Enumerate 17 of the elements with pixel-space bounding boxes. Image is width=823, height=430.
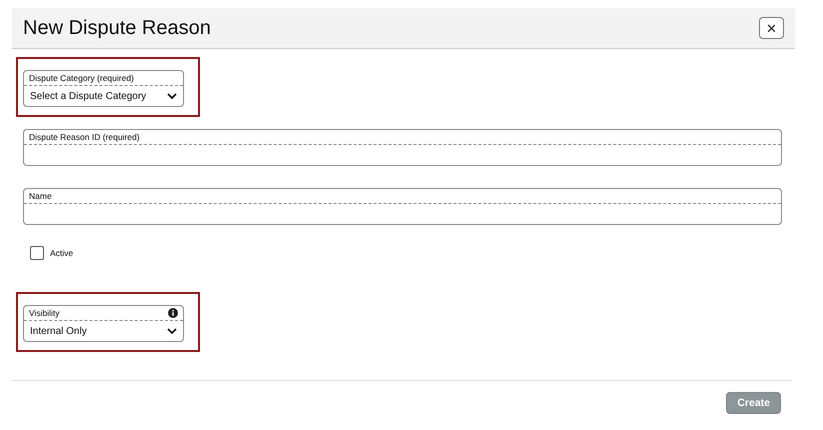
field-label: Name	[29, 191, 52, 201]
select-field[interactable]: Dispute Category (required) Select a Dispute Category	[23, 70, 184, 107]
field-label: Visibility	[29, 308, 60, 318]
input-field[interactable]: Dispute Reason ID (required)	[23, 129, 782, 166]
info-icon[interactable]	[168, 308, 178, 318]
checkbox[interactable]	[30, 246, 44, 260]
select-value: Select a Dispute Category	[30, 90, 146, 102]
select-field[interactable]: Visibility Internal Only	[23, 305, 184, 342]
checkbox-label: Active	[50, 248, 74, 258]
close-button[interactable]: ×	[759, 17, 784, 39]
chevron-down-icon	[167, 92, 177, 100]
select-value: Internal Only	[30, 326, 87, 336]
input-field[interactable]: Name	[23, 188, 782, 225]
chevron-down-icon	[167, 328, 177, 334]
dialog-title: New Dispute Reason	[23, 16, 211, 40]
field-label: Dispute Category (required)	[29, 73, 134, 83]
field-label: Dispute Reason ID (required)	[29, 132, 140, 142]
